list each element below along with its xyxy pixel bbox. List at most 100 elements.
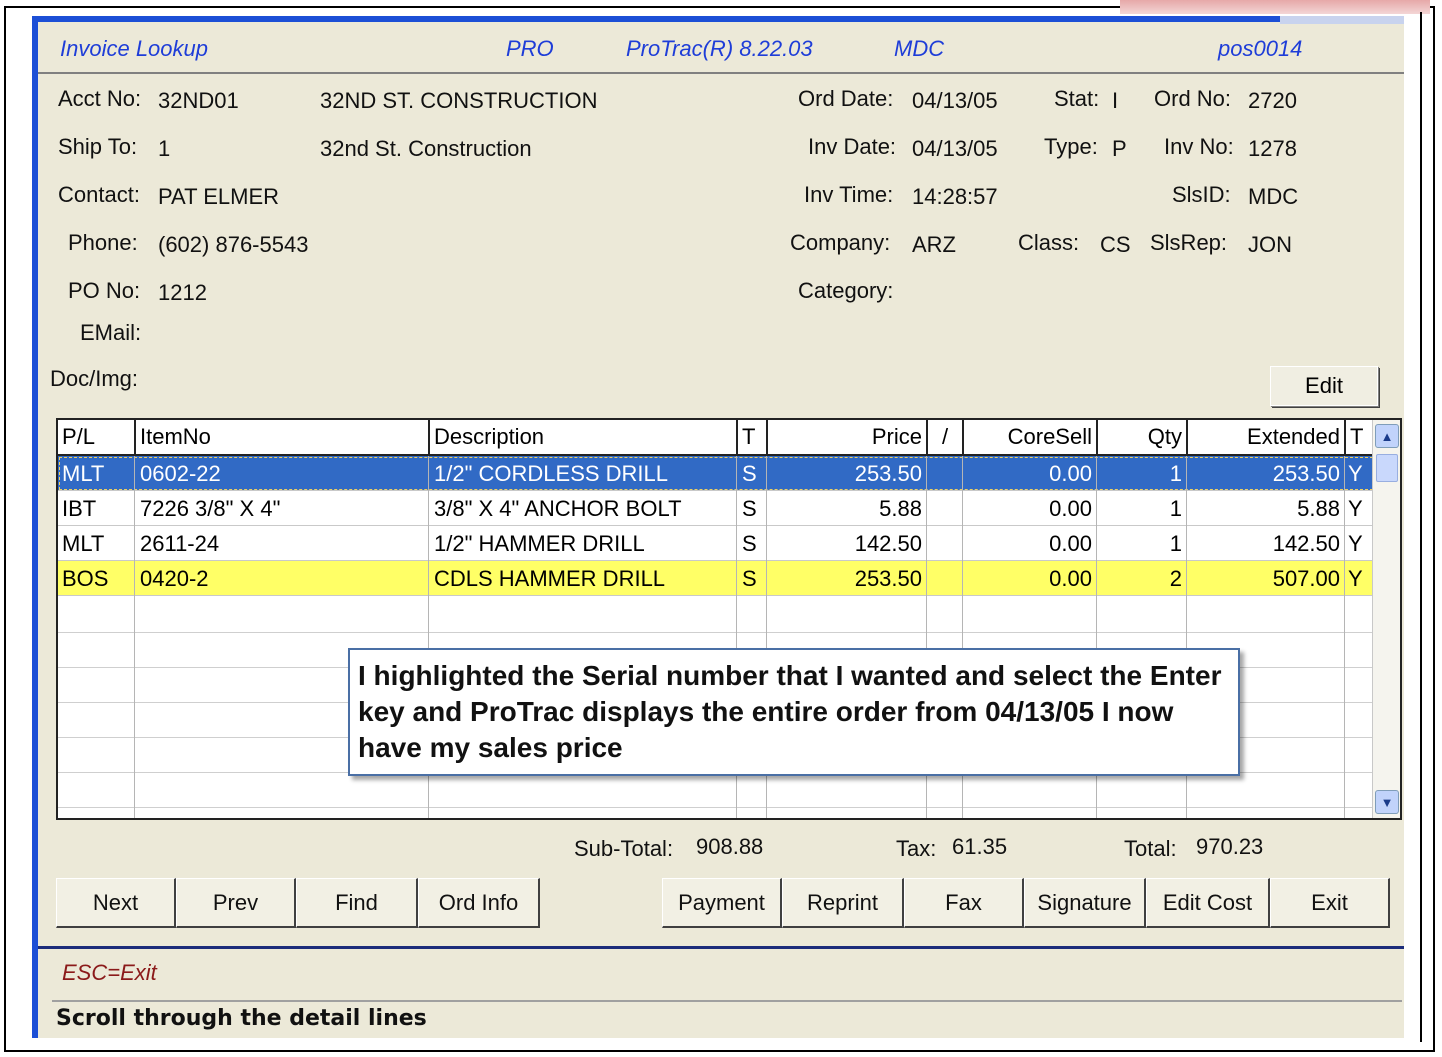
ship-to-value: 1 xyxy=(158,136,171,161)
cell-t: S xyxy=(742,496,757,521)
cell-coresell: 0.00 xyxy=(1049,531,1092,556)
cell-description: 1/2" HAMMER DRILL xyxy=(434,531,645,556)
cell-itemno: 7226 3/8" X 4" xyxy=(140,496,281,521)
col-header-pl[interactable]: P/L xyxy=(58,420,134,454)
col-divider xyxy=(134,456,135,818)
class-value: CS xyxy=(1100,232,1131,257)
top-accent xyxy=(1120,0,1430,14)
payment-button[interactable]: Payment xyxy=(662,878,782,928)
subtotal-label: Sub-Total: xyxy=(574,836,674,861)
cell-extended: 507.00 xyxy=(1272,566,1340,591)
cell-t2: Y xyxy=(1348,496,1363,521)
tax-value: 61.35 xyxy=(952,834,1008,859)
total-value: 970.23 xyxy=(1196,834,1264,859)
exit-button[interactable]: Exit xyxy=(1270,878,1390,928)
table-row[interactable]: MLT 0602-22 1/2" CORDLESS DRILL S 253.50… xyxy=(58,456,1374,491)
cell-price: 142.50 xyxy=(854,531,922,556)
table-row[interactable]: BOS 0420-2 CDLS HAMMER DRILL S 253.50 0.… xyxy=(58,561,1374,596)
ship-to-label: Ship To: xyxy=(58,134,138,159)
cell-price: 253.50 xyxy=(854,461,922,486)
col-header-extended[interactable]: Extended xyxy=(1186,420,1344,454)
cell-t2: Y xyxy=(1348,531,1363,556)
cell-pl: MLT xyxy=(62,461,105,486)
inv-date-value: 04/13/05 xyxy=(912,136,998,161)
type-value: P xyxy=(1112,136,1127,161)
cell-coresell: 0.00 xyxy=(1049,496,1092,521)
edit-button[interactable]: Edit xyxy=(1270,366,1378,406)
col-header-t[interactable]: T xyxy=(736,420,766,454)
row-divider xyxy=(58,632,1374,633)
phone-value: (602) 876-5543 xyxy=(158,232,309,257)
cell-t2: Y xyxy=(1348,566,1363,591)
cell-pl: MLT xyxy=(62,531,105,556)
grid-header: P/L ItemNo Description T Price / CoreSel… xyxy=(58,420,1374,456)
col-divider xyxy=(1344,456,1345,818)
scroll-up-icon[interactable]: ▲ xyxy=(1375,424,1399,448)
app-title: Invoice Lookup xyxy=(60,36,208,61)
table-row[interactable]: MLT 2611-24 1/2" HAMMER DRILL S 142.50 0… xyxy=(58,526,1374,561)
grid-scrollbar[interactable]: ▲ ▼ xyxy=(1372,420,1400,818)
cell-description: 3/8" X 4" ANCHOR BOLT xyxy=(434,496,682,521)
version-label: ProTrac(R) 8.22.03 xyxy=(626,36,813,61)
cell-t: S xyxy=(742,531,757,556)
col-header-coresell[interactable]: CoreSell xyxy=(962,420,1096,454)
reprint-button[interactable]: Reprint xyxy=(782,878,904,928)
tax-label: Tax: xyxy=(896,836,937,861)
stat-value: I xyxy=(1112,88,1119,113)
next-button[interactable]: Next xyxy=(56,878,176,928)
col-header-t2[interactable]: T xyxy=(1344,420,1374,454)
cell-t2: Y xyxy=(1348,461,1363,486)
edit-cost-button[interactable]: Edit Cost xyxy=(1146,878,1270,928)
cell-coresell: 0.00 xyxy=(1049,461,1092,486)
col-header-qty[interactable]: Qty xyxy=(1096,420,1186,454)
cell-qty: 1 xyxy=(1169,461,1182,486)
table-row[interactable]: IBT 7226 3/8" X 4" 3/8" X 4" ANCHOR BOLT… xyxy=(58,491,1374,526)
subtotal-value: 908.88 xyxy=(696,834,764,859)
company-label: Company: xyxy=(790,230,891,255)
invoice-lookup-window: Invoice Lookup PRO ProTrac(R) 8.22.03 MD… xyxy=(32,16,1404,1038)
inv-time-value: 14:28:57 xyxy=(912,184,998,209)
cell-extended: 142.50 xyxy=(1272,531,1340,556)
ord-info-button[interactable]: Ord Info xyxy=(418,878,540,928)
contact-label: Contact: xyxy=(58,182,140,207)
right-rule xyxy=(1420,12,1422,1042)
inv-no-label: Inv No: xyxy=(1164,134,1234,159)
inv-date-label: Inv Date: xyxy=(808,134,897,159)
docimg-label: Doc/Img: xyxy=(50,366,139,391)
cell-t: S xyxy=(742,566,757,591)
phone-label: Phone: xyxy=(68,230,138,255)
find-button[interactable]: Find xyxy=(296,878,418,928)
cell-pl: BOS xyxy=(62,566,109,591)
acct-no-value: 32ND01 xyxy=(158,88,239,113)
esc-hint: ESC=Exit xyxy=(62,960,157,985)
email-label: EMail: xyxy=(80,320,142,345)
title-strip: Invoice Lookup PRO ProTrac(R) 8.22.03 MD… xyxy=(38,22,1404,74)
po-no-label: PO No: xyxy=(68,278,141,303)
signature-button[interactable]: Signature xyxy=(1024,878,1146,928)
scroll-down-icon[interactable]: ▼ xyxy=(1375,790,1399,814)
cell-coresell: 0.00 xyxy=(1049,566,1092,591)
type-label: Type: xyxy=(1044,134,1098,159)
fax-button[interactable]: Fax xyxy=(904,878,1024,928)
class-label: Class: xyxy=(1018,230,1080,255)
slsid-label: SlsID: xyxy=(1172,182,1231,207)
cell-extended: 5.88 xyxy=(1297,496,1340,521)
cell-extended: 253.50 xyxy=(1272,461,1340,486)
cell-description: CDLS HAMMER DRILL xyxy=(434,566,666,591)
ord-date-value: 04/13/05 xyxy=(912,88,998,113)
cell-qty: 1 xyxy=(1169,496,1182,521)
ship-to-name: 32nd St. Construction xyxy=(320,136,532,161)
col-header-itemno[interactable]: ItemNo xyxy=(134,420,428,454)
cell-qty: 1 xyxy=(1169,531,1182,556)
annotation-callout: I highlighted the Serial number that I w… xyxy=(348,648,1240,776)
stat-label: Stat: xyxy=(1054,86,1100,111)
cell-itemno: 0420-2 xyxy=(140,566,209,591)
slsrep-value: JON xyxy=(1248,232,1292,257)
col-header-slash[interactable]: / xyxy=(926,420,962,454)
cell-t: S xyxy=(742,461,757,486)
ord-no-label: Ord No: xyxy=(1154,86,1232,111)
col-header-description[interactable]: Description xyxy=(428,420,736,454)
scroll-thumb[interactable] xyxy=(1376,454,1398,482)
prev-button[interactable]: Prev xyxy=(176,878,296,928)
col-header-price[interactable]: Price xyxy=(766,420,926,454)
